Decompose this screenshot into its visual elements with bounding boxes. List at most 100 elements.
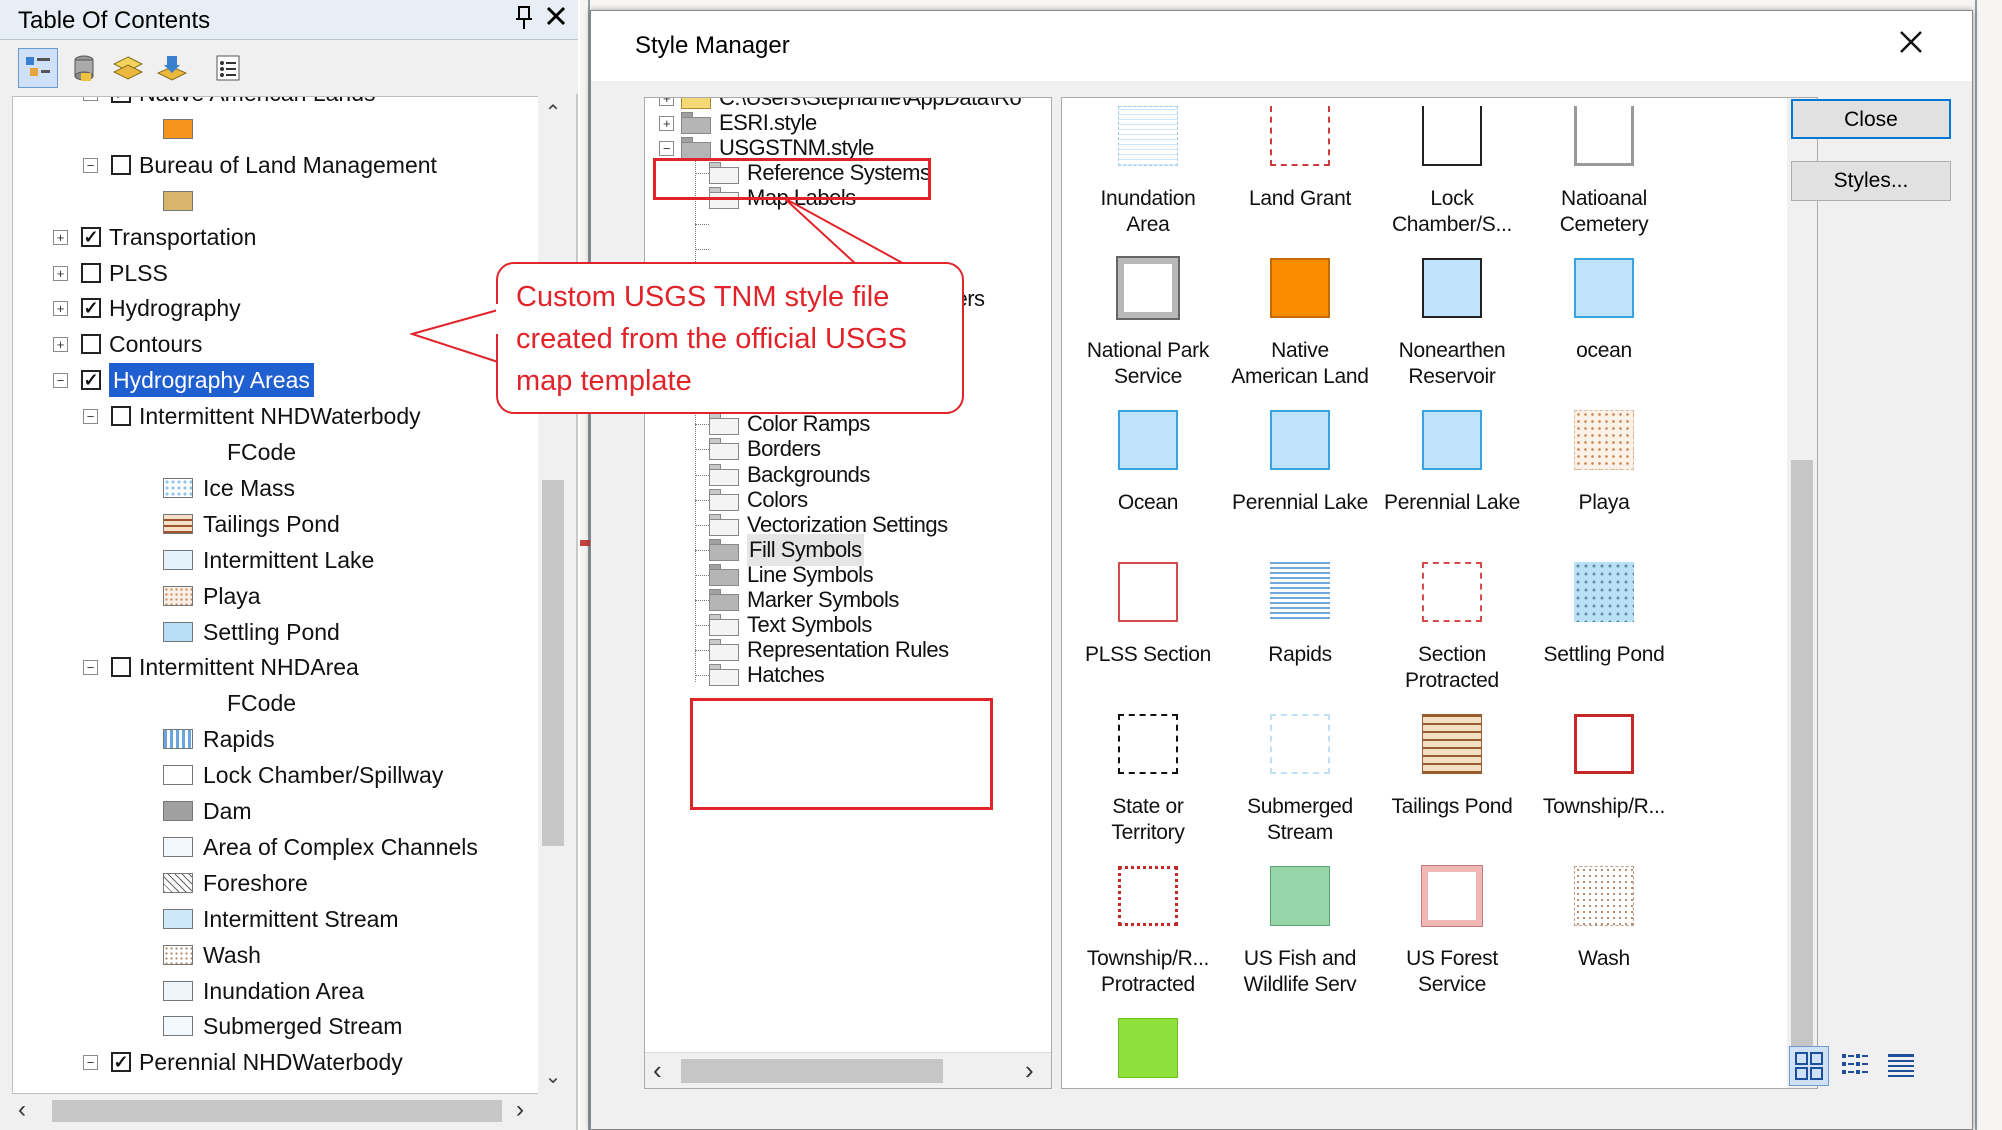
- style-tree-item[interactable]: Hatches: [645, 659, 1045, 691]
- fill-symbol-swatch[interactable]: [1422, 410, 1482, 470]
- fill-symbol-swatch[interactable]: [1574, 106, 1634, 166]
- fill-symbol-swatch[interactable]: [1422, 562, 1482, 622]
- fill-symbol-label[interactable]: Perennial Lake: [1376, 490, 1528, 516]
- toc-layer-row[interactable]: Dam: [13, 794, 533, 828]
- fill-symbol-label[interactable]: Natioanal Cemetery: [1528, 186, 1680, 238]
- fill-symbol-label[interactable]: Nonearthen Reservoir: [1376, 338, 1528, 390]
- toc-layer-row[interactable]: Tailings Pond: [13, 507, 533, 541]
- fill-symbol-swatch[interactable]: [1421, 865, 1483, 927]
- fill-symbol-label[interactable]: Township/R...: [1528, 794, 1680, 820]
- fill-symbol-label[interactable]: Inundation Area: [1072, 186, 1224, 238]
- symbol-swatch[interactable]: [163, 190, 193, 211]
- scroll-thumb[interactable]: [1791, 460, 1813, 1050]
- scroll-thumb[interactable]: [681, 1059, 943, 1083]
- toc-layer-row[interactable]: Intermittent Lake: [13, 543, 533, 577]
- list-by-source-icon[interactable]: [64, 48, 104, 88]
- fill-symbol-label[interactable]: Wash: [1528, 946, 1680, 972]
- toc-layer-label[interactable]: Intermittent NHDArea: [139, 650, 359, 684]
- symbol-swatch[interactable]: [163, 477, 193, 498]
- toc-horizontal-scrollbar[interactable]: ‹ ›: [12, 1094, 540, 1128]
- layer-visibility-checkbox[interactable]: ✓: [81, 226, 101, 247]
- toc-layer-row[interactable]: [13, 184, 533, 218]
- toc-layer-label[interactable]: PLSS: [109, 256, 168, 290]
- fill-symbol-swatch[interactable]: [1574, 866, 1634, 926]
- collapse-icon[interactable]: −: [659, 141, 674, 157]
- layer-visibility-checkbox[interactable]: [111, 657, 131, 678]
- toc-layer-row[interactable]: FCode: [13, 435, 533, 469]
- toc-layer-label[interactable]: Intermittent Lake: [203, 543, 374, 577]
- large-icons-view-icon[interactable]: [1789, 1046, 1829, 1086]
- toc-layer-label[interactable]: Contours: [109, 327, 202, 361]
- toc-layer-label[interactable]: Transportation: [109, 220, 256, 254]
- toc-layer-row[interactable]: Playa: [13, 579, 533, 613]
- toc-layer-row[interactable]: [13, 112, 533, 146]
- symbol-swatch[interactable]: [163, 765, 193, 786]
- symbol-swatch[interactable]: [163, 980, 193, 1001]
- fill-symbol-label[interactable]: State or Territory: [1072, 794, 1224, 846]
- toc-layer-row[interactable]: Foreshore: [13, 866, 533, 900]
- fill-symbol-swatch[interactable]: [1422, 258, 1482, 318]
- toc-layer-label[interactable]: Hydrography: [109, 291, 241, 325]
- toc-layer-row[interactable]: Ice Mass: [13, 471, 533, 505]
- symbol-swatch[interactable]: [163, 549, 193, 570]
- fill-symbol-label[interactable]: Ocean: [1072, 490, 1224, 516]
- symbol-swatch[interactable]: [163, 908, 193, 929]
- details-view-icon[interactable]: [1881, 1046, 1921, 1086]
- toc-layer-label[interactable]: Submerged Stream: [203, 1009, 402, 1043]
- collapse-icon[interactable]: −: [83, 97, 98, 101]
- list-view-icon[interactable]: [1835, 1046, 1875, 1086]
- fill-symbol-label[interactable]: National Park Service: [1072, 338, 1224, 390]
- fill-symbol-swatch[interactable]: [1118, 714, 1178, 774]
- fill-symbol-swatch[interactable]: [1270, 562, 1330, 622]
- tree-horizontal-scrollbar[interactable]: ‹ ›: [645, 1052, 1051, 1088]
- fill-symbol-swatch[interactable]: [1270, 106, 1330, 166]
- toc-layer-row[interactable]: Wash: [13, 938, 533, 972]
- collapse-icon[interactable]: −: [83, 409, 98, 425]
- toc-layer-label[interactable]: Perennial NHDWaterbody: [139, 1045, 403, 1079]
- expand-icon[interactable]: +: [659, 116, 674, 132]
- toc-layer-label[interactable]: FCode: [227, 435, 296, 469]
- toc-layer-row[interactable]: − Intermittent NHDWaterbody: [13, 399, 533, 433]
- toc-layer-row[interactable]: Lock Chamber/Spillway: [13, 758, 533, 792]
- toc-layer-label[interactable]: Wash: [203, 938, 261, 972]
- close-icon[interactable]: [545, 2, 567, 34]
- fill-symbol-swatch[interactable]: [1270, 866, 1330, 926]
- fill-symbol-label[interactable]: Perennial Lake: [1224, 490, 1376, 516]
- symbol-swatch[interactable]: [163, 1016, 193, 1037]
- symbol-swatch[interactable]: [163, 118, 193, 139]
- toc-layer-label[interactable]: Foreshore: [203, 866, 308, 900]
- fill-symbol-swatch[interactable]: [1118, 410, 1178, 470]
- layer-visibility-checkbox[interactable]: ✓: [111, 1052, 131, 1073]
- toc-layer-row[interactable]: − Intermittent NHDArea: [13, 650, 533, 684]
- fill-symbol-swatch[interactable]: [1118, 1018, 1178, 1078]
- layer-visibility-checkbox[interactable]: [111, 406, 131, 427]
- fill-symbol-label[interactable]: Rapids: [1224, 642, 1376, 668]
- toc-layer-row[interactable]: FCode: [13, 686, 533, 720]
- list-by-visibility-icon[interactable]: [108, 48, 148, 88]
- fill-symbol-swatch[interactable]: [1574, 562, 1634, 622]
- fill-symbol-label[interactable]: Settling Pond: [1528, 642, 1680, 668]
- toc-layer-label[interactable]: Intermittent Stream: [203, 902, 399, 936]
- expand-icon[interactable]: +: [53, 337, 68, 353]
- fill-symbol-label[interactable]: Submerged Stream: [1224, 794, 1376, 846]
- expand-icon[interactable]: +: [659, 98, 674, 106]
- scroll-down-icon[interactable]: ⌄: [542, 1064, 564, 1088]
- fill-symbol-swatch[interactable]: [1118, 866, 1178, 926]
- expand-icon[interactable]: +: [53, 229, 68, 245]
- grid-vertical-scrollbar[interactable]: ⌃ ⌄: [1787, 98, 1817, 1088]
- toc-layer-label[interactable]: Tailings Pond: [203, 507, 340, 541]
- fill-symbol-label[interactable]: US Forest Service: [1376, 946, 1528, 998]
- collapse-icon[interactable]: −: [83, 660, 98, 676]
- scroll-left-icon[interactable]: ‹: [18, 1096, 26, 1124]
- scroll-right-icon[interactable]: ›: [1025, 1055, 1034, 1086]
- layer-visibility-checkbox[interactable]: ✓: [81, 370, 101, 391]
- list-by-drawing-order-icon[interactable]: [18, 48, 58, 88]
- toc-layer-label[interactable]: Hydrography Areas: [109, 363, 314, 398]
- symbol-swatch[interactable]: [163, 513, 193, 534]
- close-icon[interactable]: [1898, 25, 1924, 64]
- fill-symbol-swatch[interactable]: [1270, 258, 1330, 318]
- toc-layer-label[interactable]: Inundation Area: [203, 974, 364, 1008]
- toc-layer-label[interactable]: FCode: [227, 686, 296, 720]
- toc-layer-row[interactable]: − Bureau of Land Management: [13, 148, 533, 182]
- fill-symbol-label[interactable]: Section Protracted: [1376, 642, 1528, 694]
